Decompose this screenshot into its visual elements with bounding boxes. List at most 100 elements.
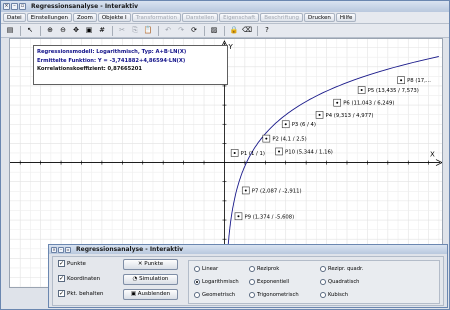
dialog-body: ✓ Punkte ✓ Koordinaten ✓ Pkt. behalten ✕ Pu… (52, 256, 444, 306)
data-point-dot (244, 189, 247, 192)
cursor-icon[interactable]: ↖ (24, 25, 36, 36)
menu-eigenschaft[interactable]: Eigenschaft (219, 13, 260, 22)
y-axis-label: Y (227, 43, 233, 51)
data-point-dot (237, 215, 240, 218)
data-point-label: P1 (1 / 1) (241, 151, 265, 157)
radio-rezipr-quadr-label: Rezipr. quadr. (328, 266, 364, 272)
toolbar-separator (158, 25, 159, 36)
radio-quadratisch-dot[interactable] (320, 279, 326, 285)
x-axis-label: X (430, 151, 435, 159)
radio-rezipr-quadr[interactable]: Rezipr. quadr. (320, 266, 363, 272)
title-bar: × – ▫ Regressionsanalyse - Interaktiv (1, 1, 449, 12)
hide-button[interactable]: ▣ Ausblenden (123, 289, 178, 300)
data-point-dot (400, 79, 403, 82)
radio-trigonometrisch-dot[interactable] (249, 292, 255, 298)
radio-linear-dot[interactable] (194, 266, 200, 272)
radio-geometrisch-dot[interactable] (194, 292, 200, 298)
menu-hilfe[interactable]: Hilfe (335, 13, 357, 22)
radio-geometrisch-label: Geometrisch (202, 292, 236, 298)
redo-icon[interactable]: ↷ (175, 25, 187, 36)
checkbox-pkt-behalten[interactable]: ✓ Pkt. behalten (58, 290, 103, 297)
data-point-dot (233, 151, 236, 154)
data-point-dot (278, 150, 281, 153)
menu-drucken[interactable]: Drucken (304, 13, 335, 22)
dialog-minimize-icon[interactable]: – (58, 246, 64, 253)
menu-bar: Datei Einstellungen Zoom Objekte I Transform… (1, 12, 449, 24)
data-point-label: P6 (11,043 / 6,249) (343, 101, 394, 107)
data-point-label: P2 (4,1 / 2,5) (272, 137, 306, 143)
radio-reziprok-label: Reziprok (257, 266, 280, 272)
regression-info-box: Regressionsmodell: Logarithmisch, Typ: A… (33, 45, 228, 85)
toolbar-separator (257, 25, 258, 36)
grid-icon[interactable]: # (96, 25, 108, 36)
radio-kubisch-label: Kubisch (328, 292, 349, 298)
radio-linear-label: Linear (202, 266, 219, 272)
radio-geometrisch[interactable]: Geometrisch (194, 292, 235, 298)
checkbox-koordinaten-box[interactable]: ✓ (58, 275, 65, 282)
undo-icon[interactable]: ↶ (162, 25, 174, 36)
window-title: Regressionsanalyse - Interaktiv (31, 3, 139, 10)
radio-logarithmisch-label: Logarithmisch (202, 279, 239, 285)
data-point-label: P4 (9,313 / 4,977) (326, 113, 374, 119)
data-point-dot (360, 89, 363, 92)
radio-reziprok-dot[interactable] (249, 266, 255, 272)
checkbox-koordinaten[interactable]: ✓ Koordinaten (58, 275, 100, 282)
radio-logarithmisch-dot[interactable] (194, 279, 200, 285)
points-button-label: Punkte (144, 261, 164, 267)
radio-exponentiell[interactable]: Exponentiell (249, 279, 289, 285)
radio-kubisch-dot[interactable] (320, 292, 326, 298)
regression-model-text: Regressionsmodell: Logarithmisch, Typ: A… (37, 49, 187, 55)
radio-kubisch[interactable]: Kubisch (320, 292, 348, 298)
data-point-dot (318, 113, 321, 116)
dialog-close-icon[interactable]: × (51, 246, 57, 253)
toolbar: ▤ ↖ ⊕ ⊖ ✥ ▣ # ✂ ⎘ 📋 ↶ ↷ ⟳ ▨ 🔒 ⌫? (1, 24, 449, 38)
simulation-button[interactable]: ◔ Simulation (123, 274, 178, 285)
data-point-dot (284, 123, 287, 126)
toolbar-separator (204, 25, 205, 36)
menu-darstellen[interactable]: Darstellen (181, 13, 219, 22)
delete-icon[interactable]: ⌫ (241, 25, 253, 36)
radio-trigonometrisch[interactable]: Trigonometrisch (249, 292, 299, 298)
dialog-title-bar: × – ▫ Regressionsanalyse - Interaktiv (49, 245, 447, 254)
radio-logarithmisch[interactable]: Logarithmisch (194, 279, 239, 285)
radio-quadratisch[interactable]: Quadratisch (320, 279, 359, 285)
menu-beschriftung[interactable]: Beschriftung (260, 13, 304, 22)
cut-icon[interactable]: ✂ (116, 25, 128, 36)
checkbox-punkte-box[interactable]: ✓ (58, 260, 65, 267)
move-icon[interactable]: ✥ (70, 25, 82, 36)
close-window-icon[interactable]: × (3, 3, 10, 10)
points-button[interactable]: ✕ Punkte (123, 259, 178, 270)
regression-function-text: Ermittelte Funktion: Y = -3,741882+4,865… (37, 57, 186, 64)
refresh-icon[interactable]: ⟳ (188, 25, 200, 36)
checkbox-punkte-label: Punkte (67, 260, 86, 267)
save-icon[interactable]: ▤ (4, 25, 16, 36)
help-icon[interactable]: ? (261, 25, 273, 36)
maximize-window-icon[interactable]: ▫ (19, 3, 26, 10)
menu-objekte-i[interactable]: Objekte I (97, 13, 131, 22)
correlation-coefficient-text: Korrelationskoeffizient: 0,87665201 (37, 66, 143, 72)
radio-linear[interactable]: Linear (194, 266, 218, 272)
dialog-maximize-icon[interactable]: ▫ (65, 246, 71, 253)
radio-reziprok[interactable]: Reziprok (249, 266, 279, 272)
data-point-label: P7 (2,087 / -2,911) (252, 188, 302, 194)
data-point-label: P3 (6 / 4) (292, 122, 316, 128)
checkbox-punkte[interactable]: ✓ Punkte (58, 260, 86, 267)
minimize-window-icon[interactable]: – (11, 3, 18, 10)
zoom-in-icon[interactable]: ⊕ (44, 25, 56, 36)
menu-einstellungen[interactable]: Einstellungen (26, 13, 72, 22)
menu-transformation[interactable]: Transformation (131, 13, 181, 22)
menu-datei[interactable]: Datei (3, 13, 26, 22)
image-icon[interactable]: ▨ (208, 25, 220, 36)
paste-icon[interactable]: 📋 (142, 25, 154, 36)
lock-icon[interactable]: 🔒 (228, 25, 240, 36)
zoom-area-icon[interactable]: ▣ (83, 25, 95, 36)
zoom-out-icon[interactable]: ⊖ (57, 25, 69, 36)
radio-exponentiell-dot[interactable] (249, 279, 255, 285)
copy-icon[interactable]: ⎘ (129, 25, 141, 36)
regression-type-group: Linear Reziprok Rezipr. quadr. Logarithmisc… (188, 260, 440, 304)
checkbox-pkt-behalten-box[interactable]: ✓ (58, 290, 65, 297)
hide-button-icon: ▣ (130, 291, 138, 297)
toolbar-separator (20, 25, 21, 36)
menu-zoom[interactable]: Zoom (72, 13, 97, 22)
radio-rezipr-quadr-dot[interactable] (320, 266, 326, 272)
